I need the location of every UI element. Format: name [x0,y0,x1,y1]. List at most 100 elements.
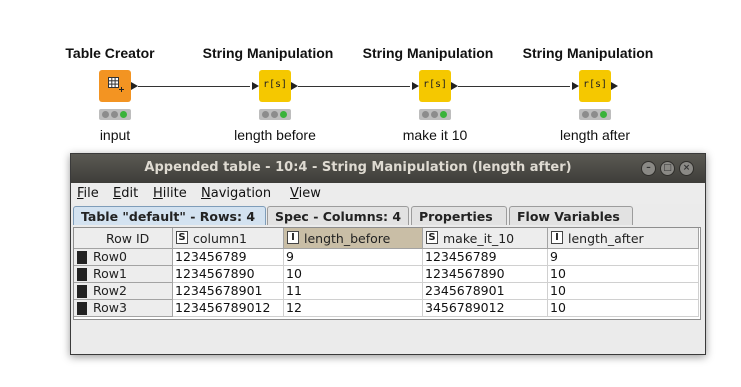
tab-table-default[interactable]: Table "default" - Rows: 4 [73,206,266,225]
status-dot-icon [600,111,607,118]
tab-flow-variables[interactable]: Flow Variables [509,206,633,225]
row-hilite-marker [77,251,87,264]
connection-line[interactable] [458,86,570,87]
menu-navigation[interactable]: Navigation [201,186,271,201]
node-status-traffic-light [579,109,611,120]
tab-spec-columns[interactable]: Spec - Columns: 4 [267,206,409,225]
string-type-icon: S [176,231,188,244]
header-label: column1 [193,231,247,246]
string-manipulation-icon: r[s] [262,79,288,90]
maximize-icon[interactable]: □ [660,161,675,176]
table-cell[interactable]: 10 [548,266,699,283]
status-dot-icon [262,111,269,118]
menu-hilite[interactable]: Hilite [153,186,187,201]
table-cell[interactable]: 123456789 [423,249,548,266]
menu-label: dit [121,186,139,201]
menu-label: avigation [210,186,272,201]
integer-type-icon: I [551,231,563,244]
row-id-header[interactable]: Row ID [74,228,173,249]
string-manipulation-node-3[interactable]: r[s] [579,70,611,102]
menu-label: iew [298,186,321,201]
node-label-length-after[interactable]: length after [560,127,630,143]
connection-line[interactable] [298,86,410,87]
table-cell[interactable]: 10 [284,266,423,283]
column-header-make-it-10[interactable]: S make_it_10 [423,228,548,249]
row-id: Row0 [93,249,127,264]
row-hilite-marker [77,285,87,298]
status-dot-icon [271,111,278,118]
menu-edit[interactable]: Edit [113,186,138,201]
appended-table-window: Appended table - 10:4 - String Manipulat… [70,153,706,355]
tab-properties[interactable]: Properties [411,206,507,225]
row-id: Row3 [93,300,127,315]
input-port-icon[interactable] [572,82,579,90]
row-header[interactable]: Row2 [74,283,173,300]
row-hilite-marker [77,302,87,315]
table-cell[interactable]: 2345678901 [423,283,548,300]
window-titlebar[interactable]: Appended table - 10:4 - String Manipulat… [71,154,705,183]
menu-bar: File Edit Hilite Navigation View [71,183,705,204]
table-cell[interactable]: 12345678901 [173,283,284,300]
menu-file[interactable]: File [77,186,99,201]
table-cell[interactable]: 10 [548,283,699,300]
node-label-length-before[interactable]: length before [234,127,316,143]
menu-label: ilite [162,186,187,201]
string-manipulation-node-1[interactable]: r[s] [259,70,291,102]
menu-mnemonic: E [113,186,122,201]
table-cell[interactable]: 9 [284,249,423,266]
node-status-traffic-light [259,109,291,120]
column-header-column1[interactable]: S column1 [173,228,284,249]
table-cell[interactable]: 123456789012 [173,300,284,317]
node-label-make-it-10[interactable]: make it 10 [403,127,468,143]
table-cell[interactable]: 11 [284,283,423,300]
menu-mnemonic: H [153,186,163,201]
output-port-icon[interactable] [611,82,618,90]
table-cell[interactable]: 9 [548,249,699,266]
row-header[interactable]: Row1 [74,266,173,283]
column-header-length-before[interactable]: I length_before [284,228,423,249]
integer-type-icon: I [287,231,299,244]
menu-view[interactable]: View [290,186,321,201]
column-header-length-after[interactable]: I length_after [548,228,699,249]
row-hilite-marker [77,268,87,281]
close-icon[interactable]: × [679,161,694,176]
table-cell[interactable]: 1234567890 [423,266,548,283]
header-label: length_before [304,231,391,246]
node-title-string-manipulation-2: String Manipulation [362,45,494,61]
table-creator-node[interactable] [99,70,131,102]
string-manipulation-node-2[interactable]: r[s] [419,70,451,102]
status-dot-icon [591,111,598,118]
tab-bar: Table "default" - Rows: 4 Spec - Columns… [71,206,705,226]
table-right-edge [699,228,700,319]
table-cell[interactable]: 3456789012 [423,300,548,317]
header-label: length_after [568,231,644,246]
menu-label: ile [83,186,99,201]
connection-line[interactable] [138,86,250,87]
minimize-icon[interactable]: – [641,161,656,176]
status-dot-icon [120,111,127,118]
string-type-icon: S [426,231,438,244]
menu-mnemonic: N [201,186,211,201]
status-dot-icon [102,111,109,118]
header-label: make_it_10 [443,231,515,246]
output-port-icon[interactable] [451,82,458,90]
table-cell[interactable]: 123456789 [173,249,284,266]
node-label-input[interactable]: input [100,127,130,143]
status-dot-icon [582,111,589,118]
data-table[interactable]: Row ID S column1 I length_before S make_… [73,227,701,320]
input-port-icon[interactable] [252,82,259,90]
node-title-table-creator: Table Creator [65,45,155,61]
table-cell[interactable]: 10 [548,300,699,317]
output-port-icon[interactable] [131,82,138,90]
table-grid-icon [108,77,124,92]
status-dot-icon [111,111,118,118]
node-status-traffic-light [419,109,451,120]
row-header[interactable]: Row0 [74,249,173,266]
row-header[interactable]: Row3 [74,300,173,317]
table-cell[interactable]: 1234567890 [173,266,284,283]
output-port-icon[interactable] [291,82,298,90]
node-title-string-manipulation-3: String Manipulation [522,45,654,61]
input-port-icon[interactable] [412,82,419,90]
table-cell[interactable]: 12 [284,300,423,317]
string-manipulation-icon: r[s] [422,79,448,90]
